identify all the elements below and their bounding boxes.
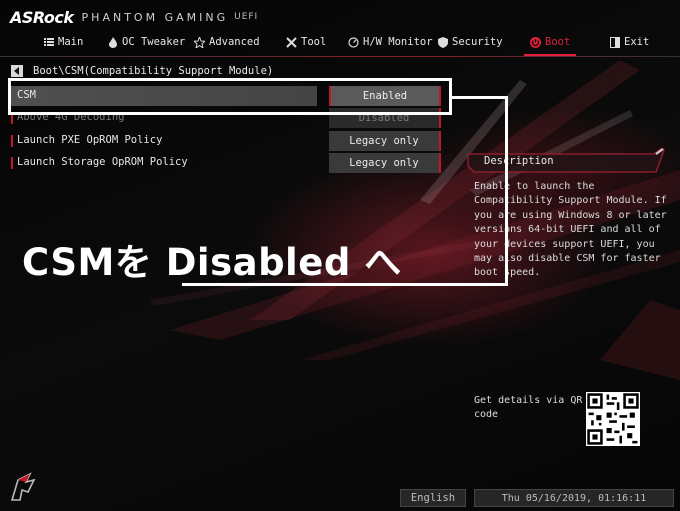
tab-tool[interactable]: Tool (286, 34, 326, 50)
tab-exit-label: Exit (624, 36, 650, 48)
brand-name: ASRock (10, 7, 74, 27)
tab-advanced-label: Advanced (209, 36, 260, 48)
chevron-left-icon (14, 67, 19, 75)
option-label: Launch Storage OpROM Policy (17, 156, 188, 168)
brand-logo: ASRock PHANTOM GAMING UEFI (10, 6, 258, 28)
tab-oc-tweaker[interactable]: OC Tweaker (108, 34, 185, 50)
option-marker (11, 135, 13, 147)
active-tab-indicator (524, 54, 577, 56)
main-navigation: Main OC Tweaker Advanced Tool H/W Monito… (0, 30, 680, 57)
tab-main-label: Main (58, 36, 84, 48)
tab-boot[interactable]: Boot (524, 34, 577, 56)
product-name: PHANTOM GAMING (81, 10, 229, 24)
flame-icon (109, 36, 117, 48)
tab-security-label: Security (452, 36, 503, 48)
qr-code-pattern (587, 393, 639, 445)
shield-icon (438, 36, 448, 48)
back-button[interactable] (11, 65, 23, 77)
phantom-gaming-logo (8, 470, 42, 504)
monitor-icon (348, 36, 359, 48)
phantom-gaming-emblem-icon (10, 472, 36, 501)
tab-exit[interactable]: Exit (610, 34, 649, 50)
annotation-highlight-csm (8, 78, 452, 115)
tools-icon (286, 36, 297, 48)
exit-icon (610, 36, 620, 48)
tab-hw-monitor[interactable]: H/W Monitor (348, 34, 433, 50)
tab-boot-label: Boot (545, 36, 571, 48)
breadcrumb: Boot\CSM(Compatibility Support Module) (11, 64, 273, 78)
list-icon (44, 38, 54, 46)
star-icon (194, 36, 205, 48)
uefi-label: UEFI (234, 12, 259, 22)
qr-caption: Get details via QR code (474, 395, 583, 420)
tab-main[interactable]: Main (44, 34, 83, 50)
language-button[interactable]: English (400, 489, 466, 507)
breadcrumb-path: Boot\CSM(Compatibility Support Module) (33, 65, 274, 77)
tab-oc-tweaker-label: OC Tweaker (122, 36, 186, 48)
annotation-caption: CSMを Disabled へ (22, 241, 402, 284)
power-icon (530, 36, 541, 48)
datetime-display: Thu 05/16/2019, 01:16:11 (474, 489, 674, 507)
tab-security[interactable]: Security (438, 34, 503, 50)
tab-advanced[interactable]: Advanced (194, 34, 260, 50)
option-marker (11, 157, 13, 169)
tab-tool-label: Tool (301, 36, 327, 48)
qr-code (586, 392, 640, 446)
tab-hw-monitor-label: H/W Monitor (363, 36, 433, 48)
option-label: Launch PXE OpROM Policy (17, 134, 163, 146)
